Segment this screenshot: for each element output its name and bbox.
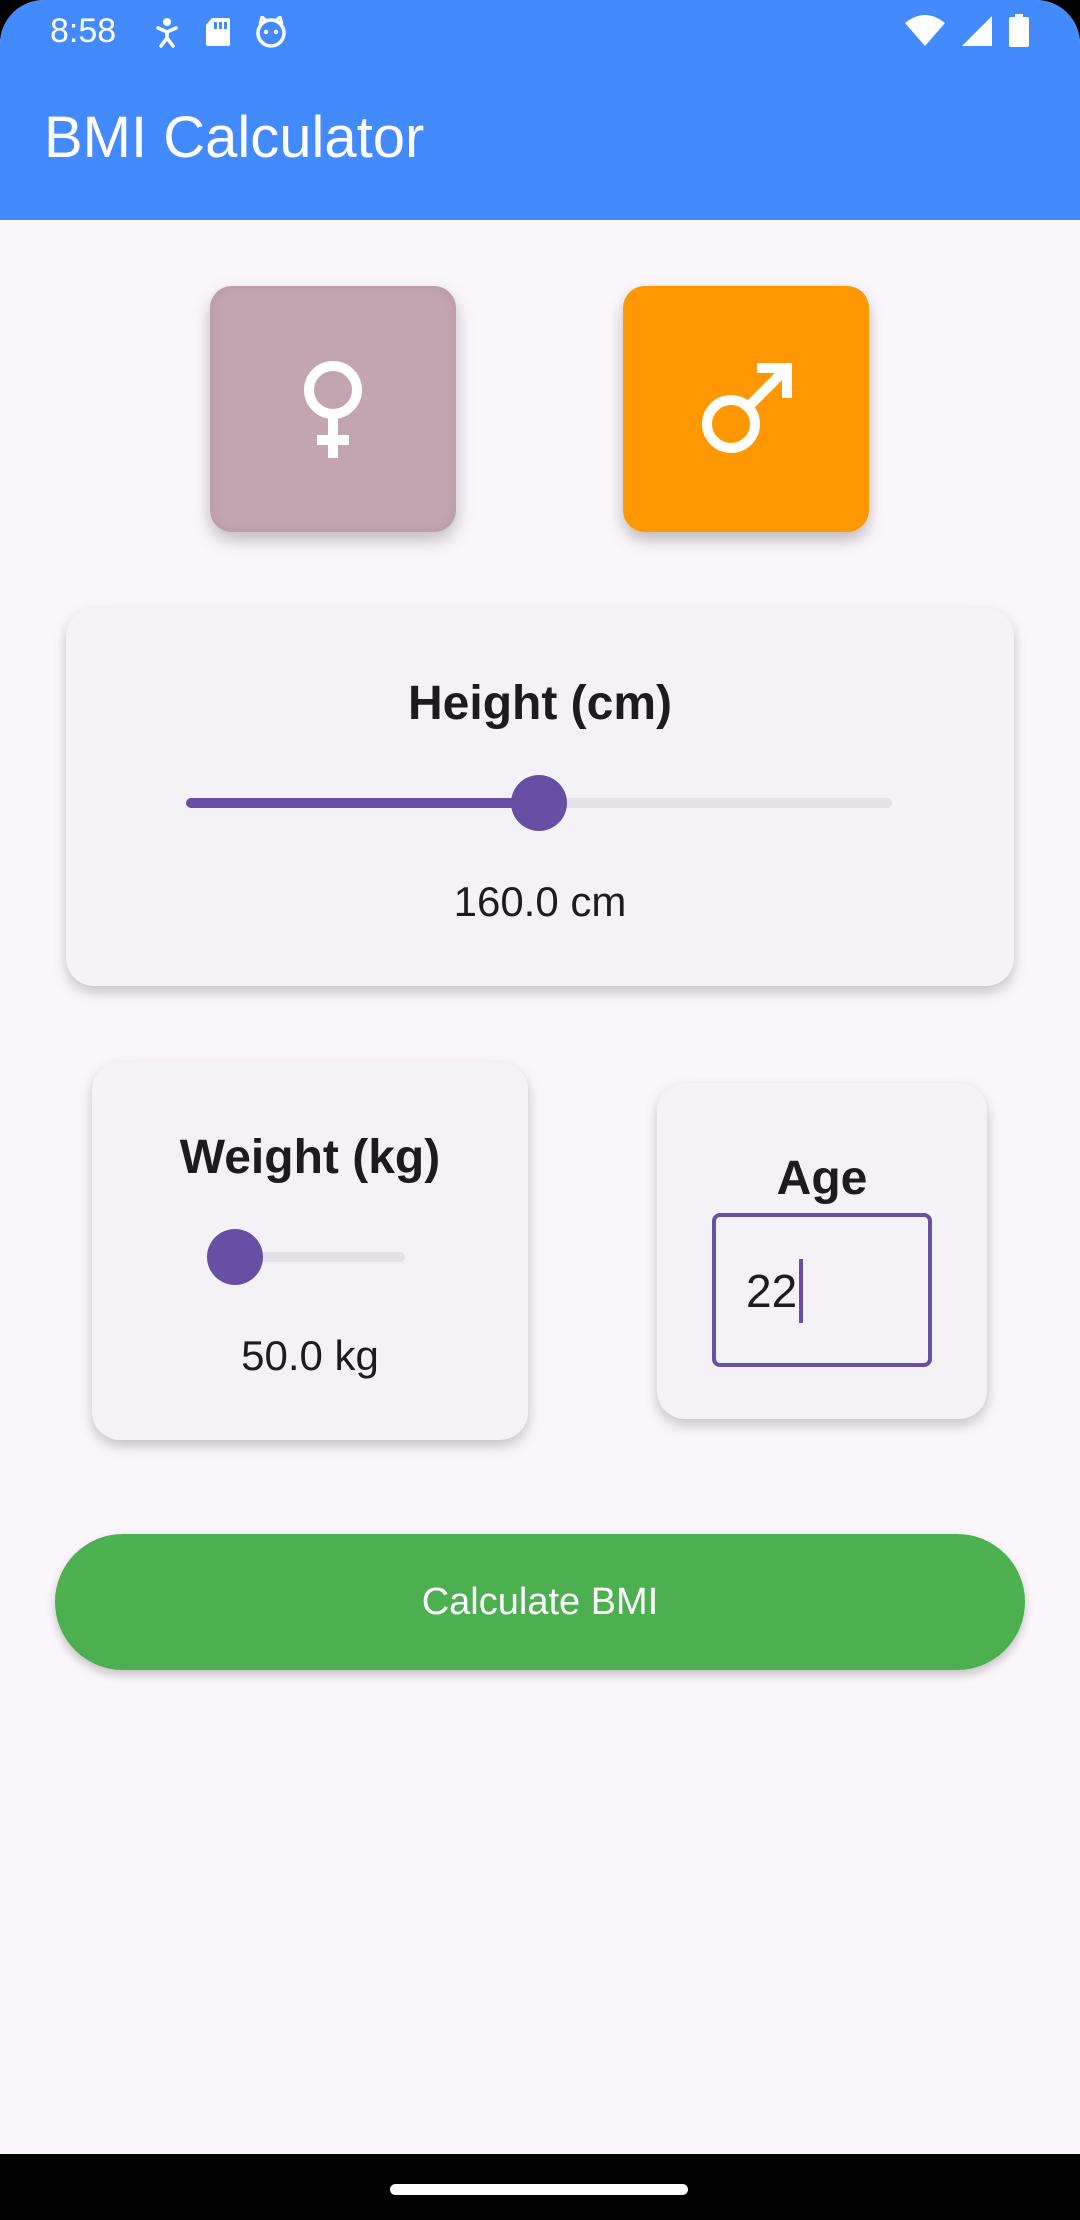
status-time: 8:58 <box>50 12 117 50</box>
weight-card: Weight (kg) 50.0 kg <box>92 1062 528 1440</box>
app-header: 8:58 BMI Calculator <box>0 0 1080 220</box>
female-gender-button[interactable] <box>210 286 456 532</box>
text-caret <box>799 1259 804 1323</box>
age-title: Age <box>776 1152 868 1205</box>
height-value: 160.0 cm <box>453 878 627 925</box>
app-title: BMI Calculator <box>44 105 425 170</box>
battery-icon <box>1008 14 1030 53</box>
weight-value: 50.0 kg <box>241 1332 379 1379</box>
weight-slider[interactable] <box>207 1229 405 1285</box>
height-card: Height (cm) 160.0 cm <box>66 608 1014 986</box>
age-value: 22 <box>746 1265 798 1318</box>
height-slider[interactable] <box>186 775 892 831</box>
app-screen: 8:58 BMI Calculator Height (cm) 160.0 cm… <box>0 0 1080 2220</box>
weight-title: Weight (kg) <box>179 1131 441 1184</box>
sd-card-icon <box>204 16 232 53</box>
status-icons-left <box>152 14 288 53</box>
system-navigation-bar <box>0 2154 1080 2220</box>
age-input[interactable]: 22 <box>712 1213 932 1367</box>
wifi-icon <box>904 15 946 52</box>
age-card: Age 22 <box>657 1083 987 1419</box>
female-symbol-icon <box>304 361 362 458</box>
weight-slider-thumb[interactable] <box>207 1229 263 1285</box>
accessibility-icon <box>152 16 182 53</box>
male-symbol-icon <box>702 363 792 453</box>
calculate-bmi-button[interactable]: Calculate BMI <box>55 1534 1025 1670</box>
cat-face-icon <box>254 14 288 53</box>
height-title: Height (cm) <box>408 677 672 730</box>
age-input-text: 22 <box>746 1259 804 1327</box>
home-gesture-handle[interactable] <box>390 2184 688 2195</box>
male-gender-button[interactable] <box>623 286 869 532</box>
status-icons-right <box>904 14 1030 53</box>
height-slider-fill <box>186 798 539 808</box>
height-slider-thumb[interactable] <box>511 775 567 831</box>
signal-icon <box>960 15 994 52</box>
